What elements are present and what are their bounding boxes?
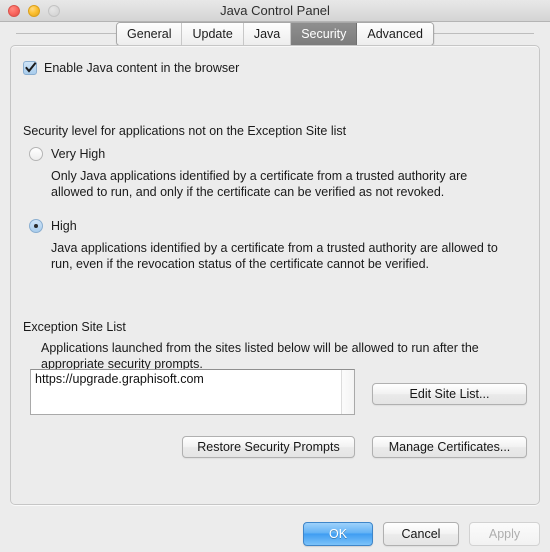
radio-row-high[interactable]: High — [29, 219, 77, 233]
window-title: Java Control Panel — [220, 3, 330, 18]
apply-button: Apply — [469, 522, 540, 546]
radio-high-label: High — [51, 219, 77, 233]
tab-bar: General Update Java Security Advanced — [0, 22, 550, 46]
tab-java[interactable]: Java — [243, 23, 292, 45]
enable-java-checkbox-label: Enable Java content in the browser — [44, 61, 240, 75]
edit-site-list-button[interactable]: Edit Site List... — [372, 383, 527, 405]
tab-update[interactable]: Update — [182, 23, 244, 45]
radio-very-high[interactable] — [29, 147, 43, 161]
exception-site-list-heading: Exception Site List — [23, 320, 126, 334]
window-titlebar: Java Control Panel — [0, 0, 550, 22]
exception-site-list-description: Applications launched from the sites lis… — [41, 341, 479, 371]
exception-site-listbox[interactable]: https://upgrade.graphisoft.com — [30, 369, 355, 415]
radio-row-very-high[interactable]: Very High — [29, 147, 105, 161]
list-item[interactable]: https://upgrade.graphisoft.com — [31, 370, 354, 386]
radio-very-high-description: Only Java applications identified by a c… — [51, 169, 468, 199]
tab-security[interactable]: Security — [291, 23, 358, 45]
tab-group: General Update Java Security Advanced — [116, 22, 434, 46]
enable-java-checkbox[interactable] — [23, 61, 37, 75]
radio-high-description: Java applications identified by a certif… — [51, 241, 498, 271]
listbox-scrollbar[interactable] — [341, 370, 354, 414]
security-level-heading: Security level for applications not on t… — [23, 124, 347, 138]
radio-very-high-label: Very High — [51, 147, 106, 161]
checkmark-icon — [25, 62, 37, 73]
manage-certificates-button[interactable]: Manage Certificates... — [372, 436, 527, 458]
enable-java-checkbox-row[interactable]: Enable Java content in the browser — [23, 61, 239, 75]
restore-security-prompts-button[interactable]: Restore Security Prompts — [182, 436, 355, 458]
cancel-button[interactable]: Cancel — [383, 522, 459, 546]
tab-general[interactable]: General — [117, 23, 183, 45]
ok-button[interactable]: OK — [303, 522, 373, 546]
radio-high[interactable] — [29, 219, 43, 233]
tab-advanced[interactable]: Advanced — [357, 23, 433, 45]
